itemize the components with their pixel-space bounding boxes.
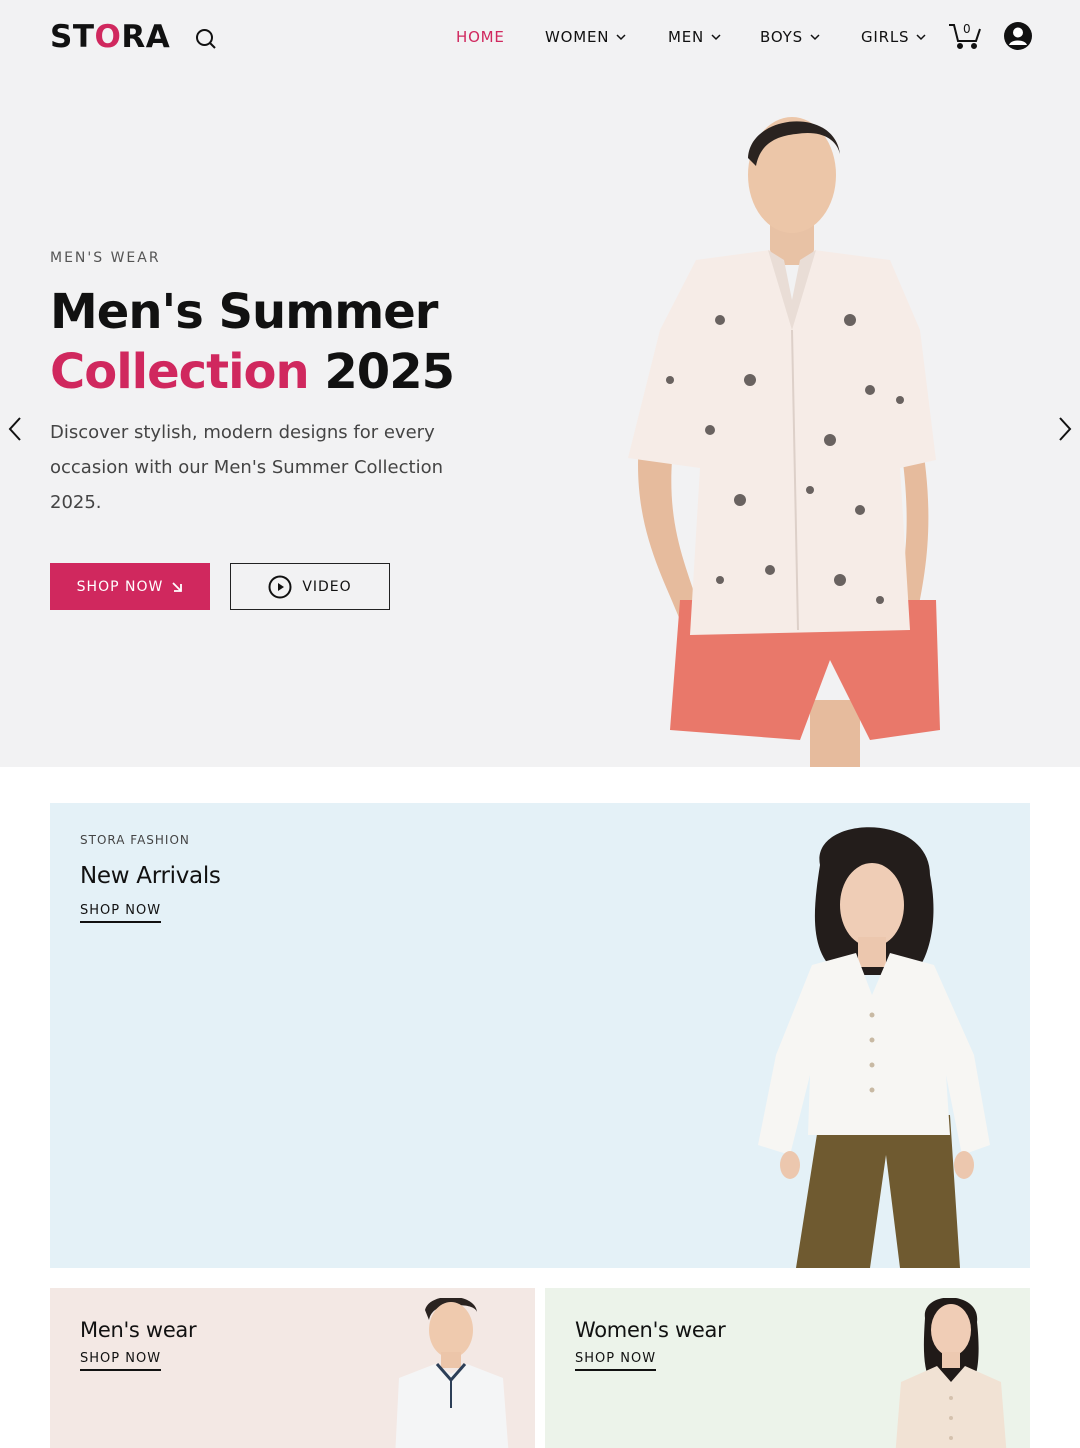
brand-logo[interactable]: STORA	[50, 19, 170, 55]
womens-wear-model-image	[895, 1298, 1007, 1448]
hero-description: Discover stylish, modern designs for eve…	[50, 422, 444, 513]
cart-count-badge: 0	[963, 22, 971, 36]
hero-title-line: Men's Summer	[50, 284, 438, 340]
hero-eyebrow: MEN'S WEAR	[50, 250, 161, 266]
hero-title: Men's Summer Collection 2025	[50, 282, 510, 402]
hero-model-image	[628, 117, 940, 767]
nav-item-women[interactable]: WOMEN	[545, 26, 627, 48]
search-icon[interactable]	[194, 27, 218, 51]
arrow-right-icon[interactable]	[1054, 414, 1076, 444]
womens-wear-card: Women's wear SHOP NOW	[545, 1288, 1030, 1448]
arrivals-title: New Arrivals	[80, 863, 221, 889]
arrow-down-right-icon	[172, 581, 183, 592]
hero-title-accent: Collection	[50, 344, 310, 400]
site-header: STORA HOME WOMEN MEN BOYS GIRLS 0	[0, 0, 1080, 72]
user-icon[interactable]	[1003, 21, 1033, 51]
arrivals-shop-now-link[interactable]: SHOP NOW	[80, 903, 162, 923]
hero-banner: STORA HOME WOMEN MEN BOYS GIRLS 0 MEN'S …	[0, 0, 1080, 767]
nav-item-label: HOME	[456, 28, 505, 46]
play-icon	[268, 575, 292, 598]
chevron-down-icon	[916, 34, 926, 41]
womens-wear-shop-now-link[interactable]: SHOP NOW	[575, 1351, 657, 1371]
nav-item-home[interactable]: HOME	[456, 26, 505, 48]
womens-wear-title: Women's wear	[575, 1318, 726, 1342]
new-arrivals-banner: STORA FASHION New Arrivals SHOP NOW	[50, 803, 1030, 1268]
chevron-down-icon	[616, 34, 626, 41]
video-button[interactable]: VIDEO	[230, 563, 390, 610]
arrivals-eyebrow: STORA FASHION	[80, 833, 190, 847]
nav-item-label: MEN	[668, 28, 705, 46]
arrivals-model-image	[758, 827, 990, 1268]
nav-item-label: BOYS	[760, 28, 803, 46]
nav-item-girls[interactable]: GIRLS	[861, 26, 927, 48]
shop-now-label: SHOP NOW	[76, 578, 164, 595]
arrow-left-icon[interactable]	[4, 414, 26, 444]
nav-item-label: WOMEN	[545, 28, 610, 46]
chevron-down-icon	[711, 34, 721, 41]
shop-now-button[interactable]: SHOP NOW	[50, 563, 210, 610]
mens-wear-model-image	[395, 1298, 509, 1448]
hero-title-year: 2025	[324, 344, 455, 400]
mens-wear-card: Men's wear SHOP NOW	[50, 1288, 535, 1448]
nav-item-boys[interactable]: BOYS	[760, 26, 821, 48]
chevron-down-icon	[810, 34, 820, 41]
mens-wear-title: Men's wear	[80, 1318, 197, 1342]
mens-wear-shop-now-link[interactable]: SHOP NOW	[80, 1351, 162, 1371]
video-label: VIDEO	[302, 578, 352, 595]
nav-item-label: GIRLS	[861, 28, 910, 46]
nav-item-men[interactable]: MEN	[668, 26, 722, 48]
